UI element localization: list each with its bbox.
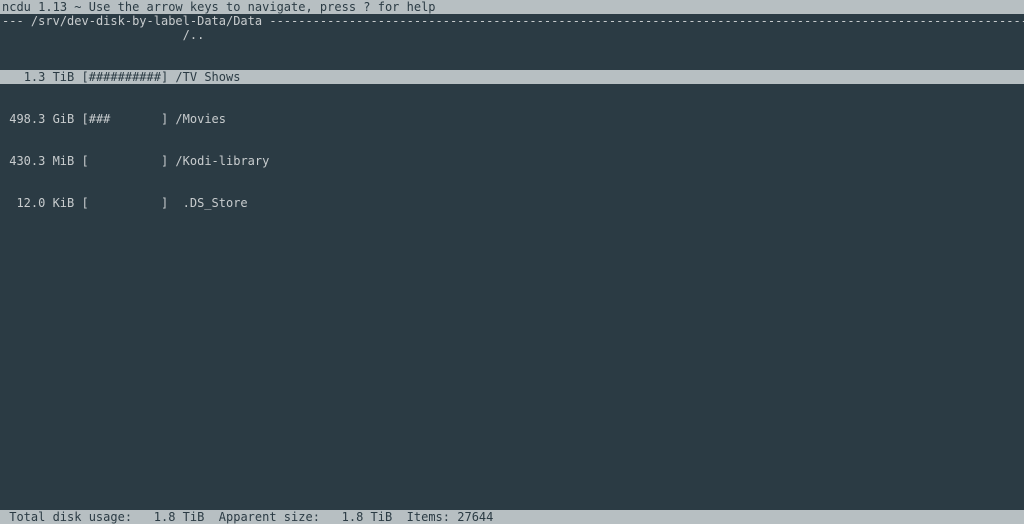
items-label: Items: [407, 510, 450, 524]
entry-size: 1.3 TiB [24, 70, 75, 84]
total-disk-label: Total disk usage: [9, 510, 132, 524]
items-value: 27644 [457, 510, 493, 524]
current-directory: /srv/dev-disk-by-label-Data/Data [31, 14, 262, 28]
app-version: 1.13 [38, 0, 67, 14]
entry-bar: ########## [89, 70, 161, 84]
entry-name: /TV Shows [175, 70, 240, 84]
entry-name: /Kodi-library [175, 154, 269, 168]
apparent-size-value: 1.8 TiB [342, 510, 393, 524]
entry-name: .DS_Store [175, 196, 247, 210]
path-line: --- /srv/dev-disk-by-label-Data/Data ---… [0, 14, 1024, 28]
entry-row[interactable]: 1.3 TiB [##########] /TV Shows [0, 70, 1024, 84]
entry-name: /Movies [175, 112, 226, 126]
path-prefix: --- [2, 14, 24, 28]
path-dashes: ----------------------------------------… [269, 14, 1024, 28]
entry-row[interactable]: 12.0 KiB [ ] .DS_Store [0, 196, 1024, 210]
app-name: ncdu [2, 0, 31, 14]
total-disk-value: 1.8 TiB [154, 510, 205, 524]
entry-row[interactable]: 430.3 MiB [ ] /Kodi-library [0, 154, 1024, 168]
entry-bar [89, 154, 161, 168]
footer-bar: Total disk usage: 1.8 TiB Apparent size:… [0, 510, 1024, 524]
apparent-size-label: Apparent size: [219, 510, 320, 524]
entry-bar: ### [89, 112, 161, 126]
entry-size: 430.3 MiB [9, 154, 74, 168]
help-hint: Use the arrow keys to navigate, press ? … [89, 0, 436, 14]
entries-list: 1.3 TiB [##########] /TV Shows 498.3 GiB… [0, 42, 1024, 224]
parent-dir-label: /.. [183, 28, 205, 42]
entry-size: 12.0 KiB [16, 196, 74, 210]
entry-size: 498.3 GiB [9, 112, 74, 126]
entry-bar [89, 196, 161, 210]
title-bar: ncdu 1.13 ~ Use the arrow keys to naviga… [0, 0, 1024, 14]
entry-row[interactable]: 498.3 GiB [### ] /Movies [0, 112, 1024, 126]
parent-dir-row[interactable]: /.. [0, 28, 1024, 42]
